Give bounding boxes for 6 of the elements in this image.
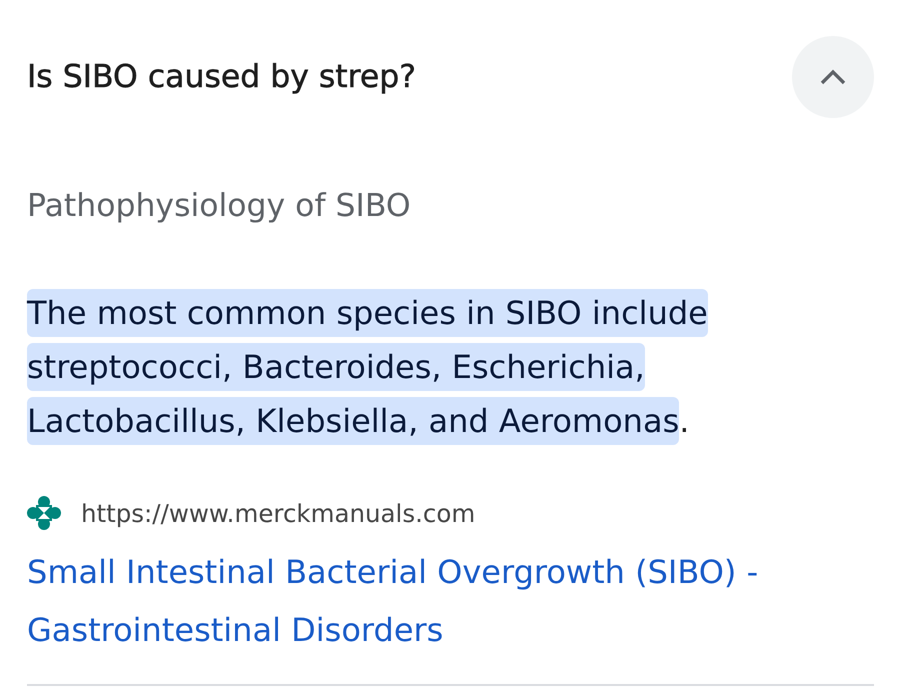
chevron-icon <box>820 69 846 85</box>
question-text: Is SIBO caused by strep? <box>27 59 416 95</box>
logo-icon <box>27 496 61 530</box>
answer-heading: Pathophysiology of SIBO <box>27 187 412 226</box>
source-title-link[interactable]: Small Intestinal Bacterial Overgrowth (SIBO) - Gastrointestinal Disorders <box>27 543 873 659</box>
source-url: https://www.merckmanuals.com <box>81 498 476 528</box>
